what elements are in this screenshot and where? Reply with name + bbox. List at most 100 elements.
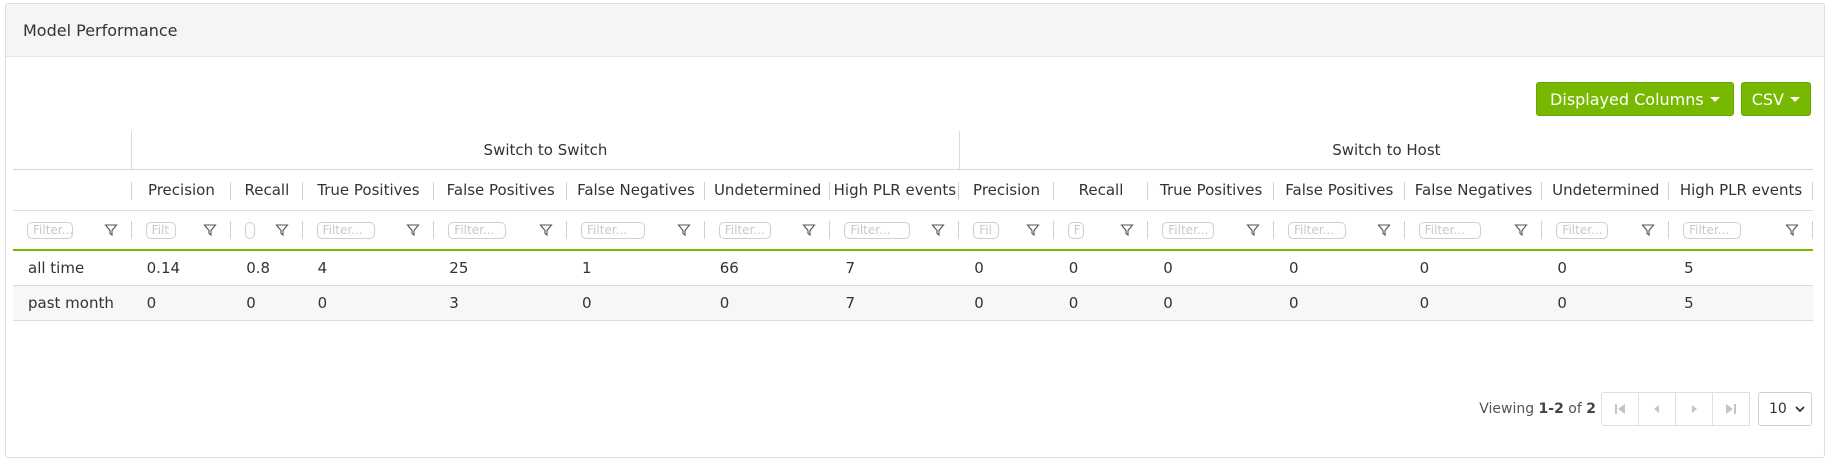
column-header[interactable]: Precision [131,169,232,211]
table-row[interactable]: all time 0.14 0.8 4 25 1 66 7 0 0 0 0 0 0 5 [13,250,1813,286]
filter-icon[interactable] [274,223,289,237]
filter-cell: Filter... [704,210,831,251]
filter-input[interactable]: F [1067,222,1084,239]
pagination: Viewing 1-2 of 2 10 [1479,392,1812,426]
filter-icon[interactable] [203,223,217,237]
column-header[interactable]: False Positives [1273,169,1405,211]
table-cell: 0 [704,285,831,321]
table-cell: 0.8 [231,250,303,286]
table-cell: 0 [959,250,1054,286]
table-body: all time 0.14 0.8 4 25 1 66 7 0 0 0 0 0 0 5 past month 0… [13,250,1813,321]
filter-icon[interactable] [1026,223,1040,237]
table-row[interactable]: past month 0 0 0 3 0 0 7 0 0 0 0 0 0 5 [13,285,1813,321]
column-header[interactable]: True Positives [1148,169,1274,211]
csv-label: CSV [1751,89,1784,109]
table-cell: 1 [567,250,705,286]
filter-icon[interactable] [103,223,118,237]
filter-cell: F [1053,210,1149,251]
table-cell: 0 [131,285,232,321]
last-page-button[interactable] [1712,392,1750,426]
filter-input[interactable]: Filter... [581,222,646,239]
filter-input[interactable]: Filter... [448,222,507,239]
column-header[interactable]: Recall [231,169,303,211]
page-size-select[interactable]: 10 [1758,392,1812,426]
table-cell: 0 [1053,285,1149,321]
filter-input[interactable]: Fil [973,222,1000,239]
column-header[interactable]: True Positives [302,169,435,211]
pagination-info: Viewing 1-2 of 2 [1479,401,1596,417]
table-cell: 0 [1542,285,1670,321]
column-header[interactable]: High PLR events [830,169,960,211]
filter-input[interactable]: Filter... [1683,222,1742,239]
column-group-row: Switch to Switch Switch to Host [13,131,1813,170]
filter-icon[interactable] [1514,223,1529,237]
filter-input[interactable]: Filter... [718,222,771,239]
table-cell: 0 [1148,285,1274,321]
table-cell: 0 [1053,250,1149,286]
first-page-button[interactable] [1601,392,1639,426]
filter-icon[interactable] [1641,223,1655,237]
filter-icon[interactable] [1377,223,1391,237]
filter-input[interactable]: Filter... [844,222,911,239]
column-header-row: Precision Recall True Positives False Po… [13,169,1813,211]
prev-page-button[interactable] [1638,392,1676,426]
table-cell: 0.14 [131,250,232,286]
displayed-columns-button[interactable]: Displayed Columns [1536,82,1734,116]
filter-cell: Fil [959,210,1054,251]
filter-input[interactable]: Filter... [1418,222,1481,239]
table-cell: 0 [959,285,1054,321]
filter-icon[interactable] [677,223,691,237]
csv-button[interactable]: CSV [1740,82,1811,116]
table-cell: 3 [434,285,568,321]
filter-icon[interactable] [1120,223,1134,237]
filter-icon[interactable] [1246,223,1260,237]
column-header[interactable]: False Negatives [567,169,705,211]
group-header-switch-to-host: Switch to Host [958,131,1813,170]
filter-cell: Filter... [567,210,705,251]
filter-cell: Filter... [1542,210,1670,251]
table-cell: 0 [1273,250,1405,286]
caret-down-icon [1790,96,1800,102]
filter-icon[interactable] [406,223,420,237]
column-header[interactable]: Precision [959,169,1054,211]
next-page-button[interactable] [1675,392,1713,426]
table-cell: 0 [1273,285,1405,321]
caret-down-icon [1709,96,1720,102]
column-header[interactable]: Undetermined [1542,169,1670,211]
column-header[interactable]: Undetermined [704,169,831,211]
next-page-icon [1692,405,1697,413]
group-header-empty [13,131,132,170]
filter-cell [231,210,303,251]
filter-cell: Filter... [830,210,960,251]
filter-cell: Filter... [302,210,435,251]
prev-page-icon [1654,405,1659,413]
table-cell: 0 [231,285,303,321]
filter-input[interactable] [245,222,256,239]
filter-icon[interactable] [539,223,553,237]
filter-input[interactable]: Filt [145,222,176,239]
filter-input[interactable]: Filter... [1287,222,1346,239]
table-cell: 0 [1148,250,1274,286]
filter-icon[interactable] [802,223,817,237]
column-header[interactable]: False Negatives [1404,169,1543,211]
filter-input[interactable]: Filter... [1162,222,1215,239]
panel-title: Model Performance [6,4,1824,57]
filter-input[interactable]: Filter... [1556,222,1609,239]
filter-input[interactable]: Filter... [27,222,73,239]
table-cell: 7 [830,250,960,286]
filter-icon[interactable] [931,223,945,237]
filter-cell: Filter... [1669,210,1813,251]
filter-input[interactable]: Filter... [316,222,375,239]
filter-icon[interactable] [1785,223,1799,237]
column-header[interactable]: False Positives [434,169,568,211]
table-cell: 5 [1669,285,1813,321]
column-header-label [13,169,132,211]
table-cell: 7 [830,285,960,321]
chevron-down-icon [1795,406,1805,413]
column-header[interactable]: High PLR events [1669,169,1813,211]
table-cell: 0 [1404,250,1543,286]
group-header-switch-to-switch: Switch to Switch [131,131,960,170]
performance-table: Switch to Switch Switch to Host Precisio… [13,131,1813,321]
table-cell: 0 [567,285,705,321]
column-header[interactable]: Recall [1053,169,1149,211]
